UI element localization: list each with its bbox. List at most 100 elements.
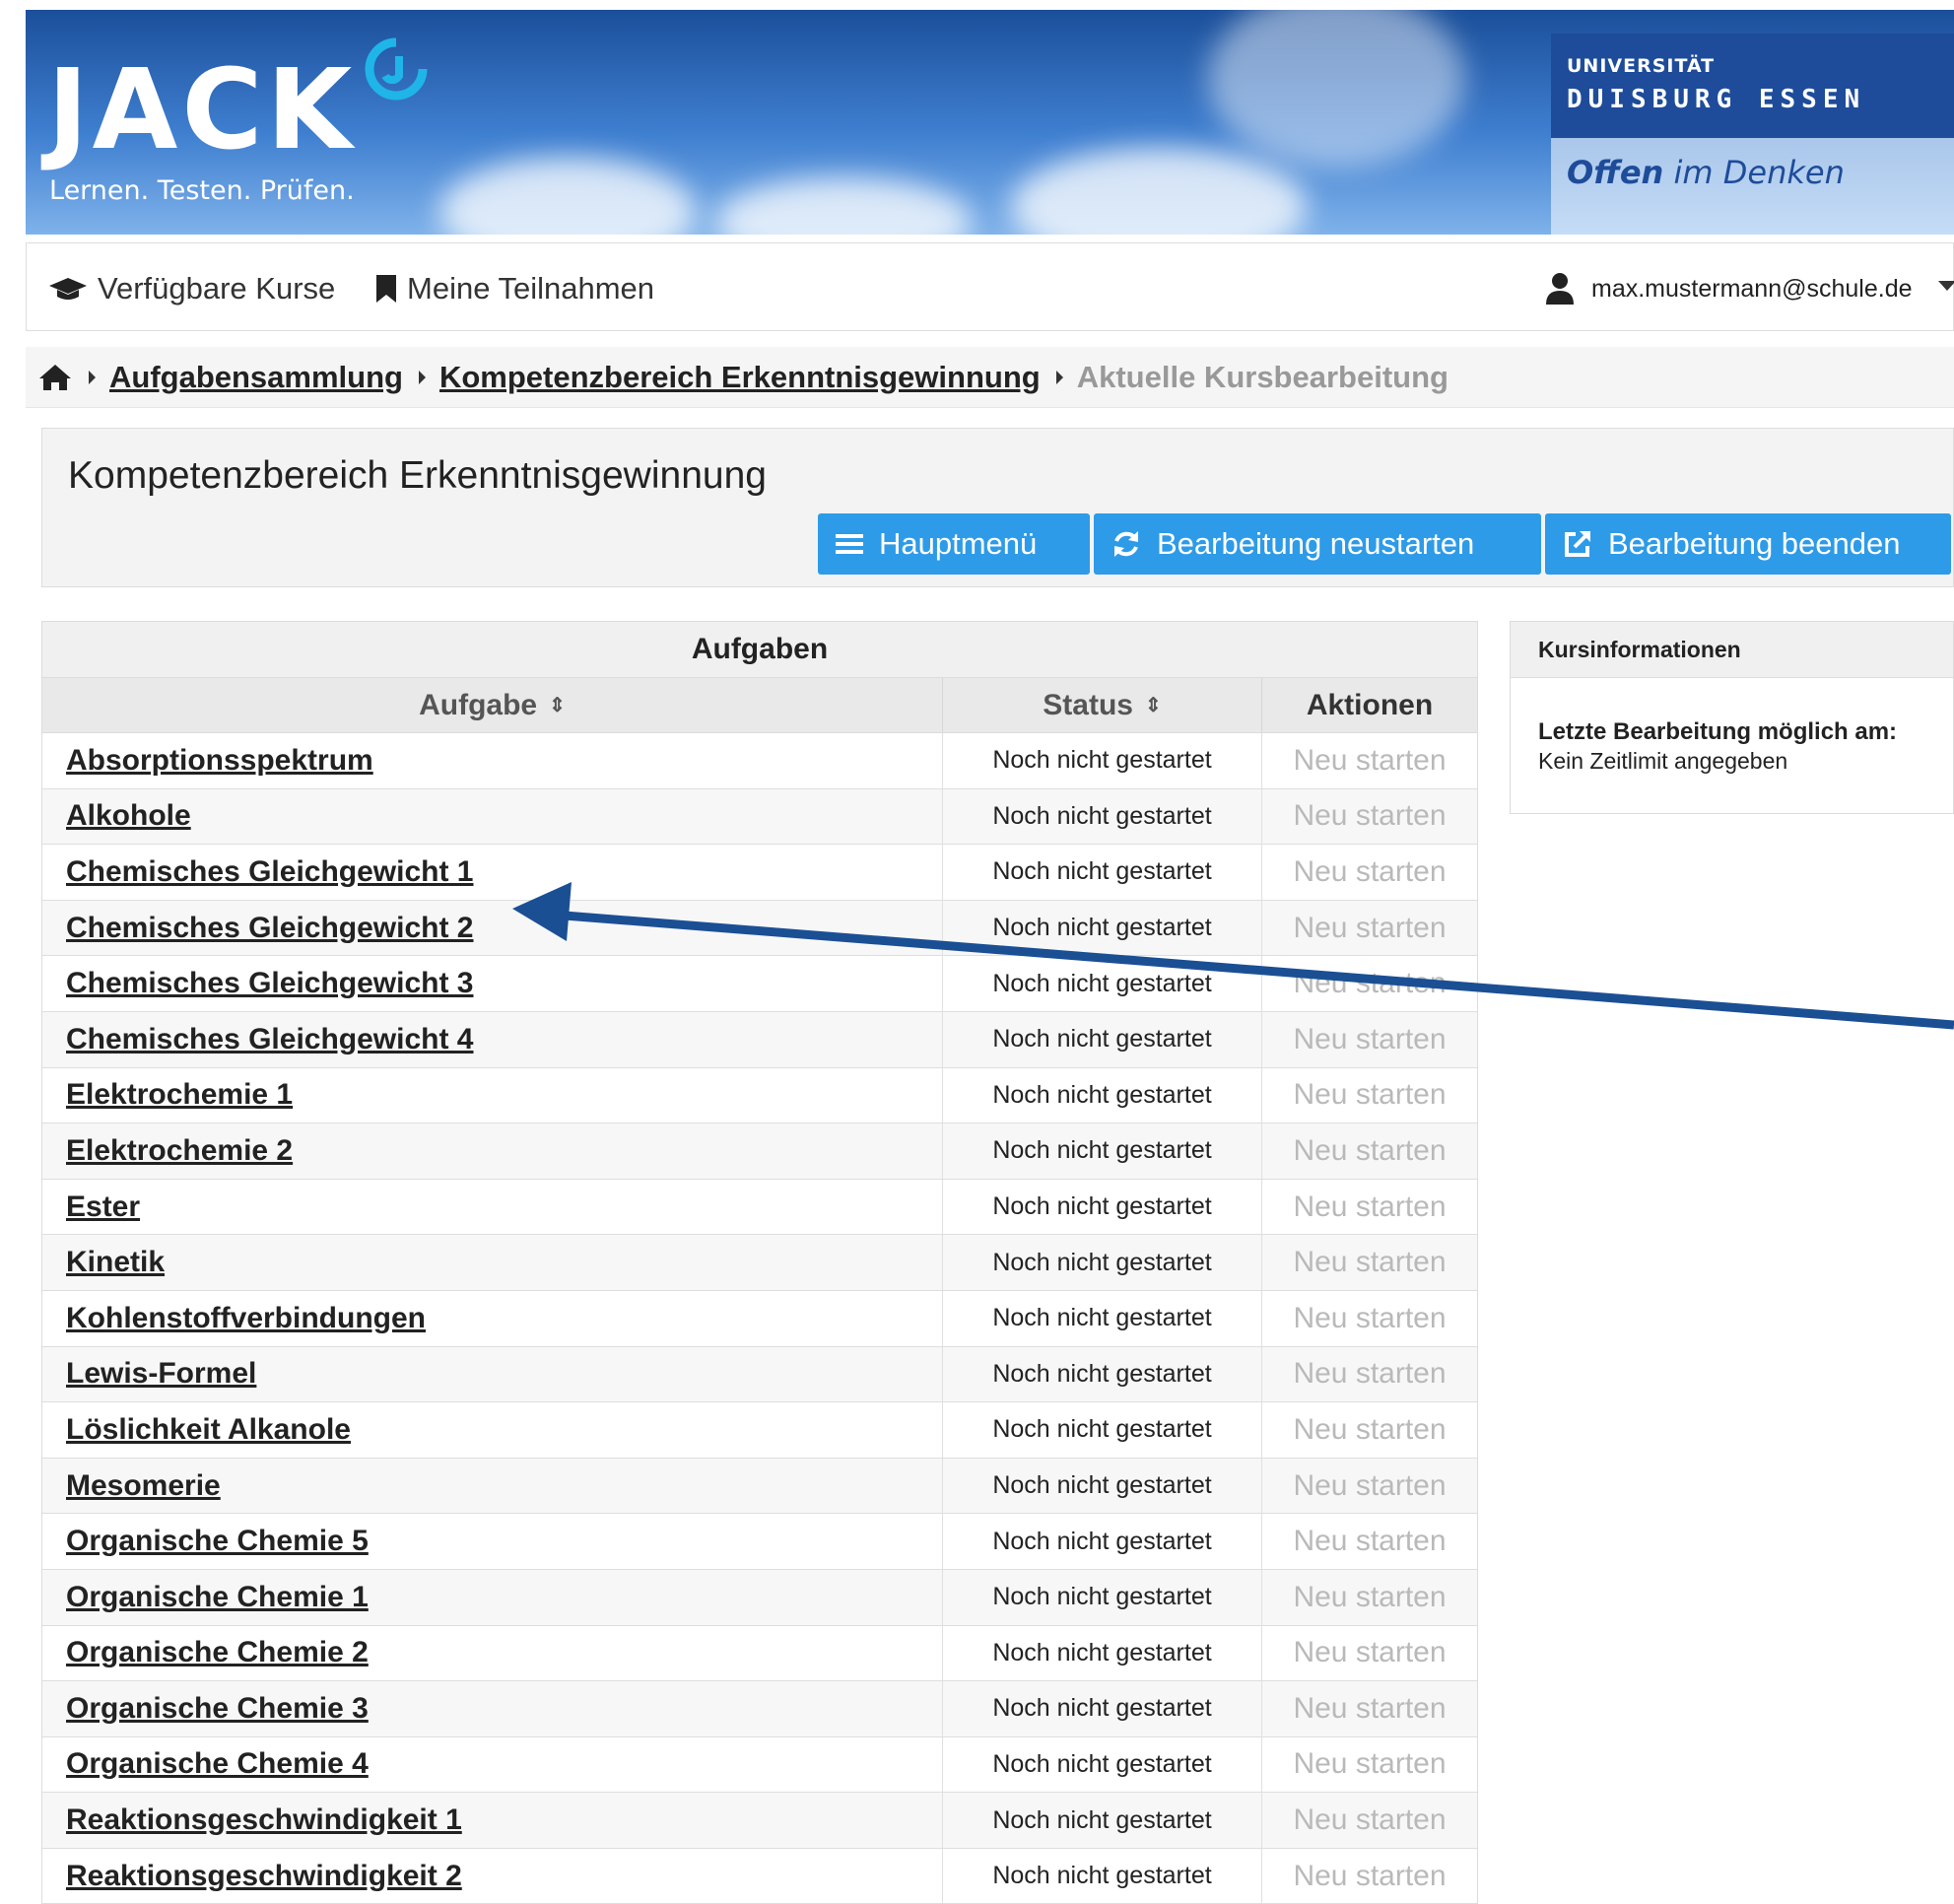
breadcrumb-item-competence-area[interactable]: Kompetenzbereich Erkenntnisgewinnung — [439, 360, 1041, 395]
restart-task-action[interactable]: Neu starten — [1293, 1525, 1446, 1558]
course-info-title: Kursinformationen — [1511, 622, 1953, 678]
status-cell: Noch nicht gestartet — [943, 956, 1262, 1011]
restart-task-action[interactable]: Neu starten — [1293, 799, 1446, 833]
restart-task-action[interactable]: Neu starten — [1293, 1078, 1446, 1112]
user-menu[interactable]: max.mustermann@schule.de — [1546, 273, 1913, 305]
restart-task-action[interactable]: Neu starten — [1293, 1413, 1446, 1447]
task-link[interactable]: Organische Chemie 4 — [66, 1747, 369, 1781]
task-link[interactable]: Absorptionsspektrum — [66, 744, 373, 778]
task-link[interactable]: Organische Chemie 5 — [66, 1525, 369, 1558]
task-link[interactable]: Organische Chemie 1 — [66, 1581, 369, 1614]
table-row: Chemisches Gleichgewicht 2 Noch nicht ges… — [41, 900, 1478, 957]
breadcrumb-item-task-collection[interactable]: Aufgabensammlung — [109, 360, 403, 395]
status-text: Noch nicht gestartet — [992, 1862, 1212, 1890]
user-email: max.mustermann@schule.de — [1591, 274, 1913, 303]
task-cell: Organische Chemie 1 — [42, 1569, 943, 1625]
task-link[interactable]: Löslichkeit Alkanole — [66, 1413, 351, 1447]
task-link[interactable]: Elektrochemie 2 — [66, 1134, 293, 1168]
task-link[interactable]: Chemisches Gleichgewicht 3 — [66, 967, 473, 1000]
table-row: Löslichkeit Alkanole Noch nicht gestartet… — [41, 1402, 1478, 1459]
chevron-down-icon[interactable] — [1938, 281, 1954, 291]
restart-task-action[interactable]: Neu starten — [1293, 1469, 1446, 1503]
restart-task-action[interactable]: Neu starten — [1293, 1692, 1446, 1726]
task-link[interactable]: Organische Chemie 3 — [66, 1692, 369, 1726]
course-info-panel: Kursinformationen Letzte Bearbeitung mög… — [1510, 621, 1954, 814]
jack-logo-icon — [365, 37, 428, 101]
task-cell: Reaktionsgeschwindigkeit 1 — [42, 1793, 943, 1848]
task-link[interactable]: Reaktionsgeschwindigkeit 1 — [66, 1803, 462, 1837]
table-row: Organische Chemie 2 Noch nicht gestartet N… — [41, 1625, 1478, 1682]
status-cell: Noch nicht gestartet — [943, 1569, 1262, 1625]
task-link[interactable]: Lewis-Formel — [66, 1357, 256, 1391]
breadcrumb: Aufgabensammlung Kompetenzbereich Erkenn… — [26, 347, 1954, 408]
task-link[interactable]: Kohlenstoffverbindungen — [66, 1302, 426, 1335]
task-link[interactable]: Mesomerie — [66, 1469, 221, 1503]
task-link[interactable]: Organische Chemie 2 — [66, 1636, 369, 1669]
nav-my-participations-label: Meine Teilnahmen — [407, 271, 655, 306]
table-row: Mesomerie Noch nicht gestartet Neu starten — [41, 1458, 1478, 1515]
task-cell: Kinetik — [42, 1235, 943, 1290]
restart-task-action[interactable]: Neu starten — [1293, 1190, 1446, 1224]
user-icon — [1546, 273, 1574, 305]
end-session-button[interactable]: Bearbeitung beenden — [1545, 513, 1951, 575]
restart-task-action[interactable]: Neu starten — [1293, 1581, 1446, 1614]
task-cell: Reaktionsgeschwindigkeit 2 — [42, 1848, 943, 1904]
restart-task-action[interactable]: Neu starten — [1293, 1246, 1446, 1279]
status-text: Noch nicht gestartet — [992, 857, 1212, 886]
task-link[interactable]: Chemisches Gleichgewicht 4 — [66, 1023, 473, 1056]
column-header-task[interactable]: Aufgabe ⇕ — [42, 678, 943, 732]
restart-task-action[interactable]: Neu starten — [1293, 855, 1446, 889]
task-link[interactable]: Elektrochemie 1 — [66, 1078, 293, 1112]
header-banner: JACK Lernen. Testen. Prüfen. UNIVERSITÄT… — [26, 10, 1954, 235]
university-label: UNIVERSITÄT — [1567, 55, 1716, 77]
restart-task-action[interactable]: Neu starten — [1293, 1860, 1446, 1893]
task-link[interactable]: Chemisches Gleichgewicht 2 — [66, 912, 473, 945]
nav-available-courses[interactable]: Verfügbare Kurse — [48, 271, 335, 306]
university-logo: UNIVERSITÄT DUISBURG ESSEN — [1551, 34, 1954, 138]
breadcrumb-separator — [418, 370, 426, 384]
table-row: Absorptionsspektrum Noch nicht gestartet N… — [41, 733, 1478, 789]
task-link[interactable]: Chemisches Gleichgewicht 1 — [66, 855, 473, 889]
university-slogan: Offen im Denken — [1567, 154, 1845, 191]
status-cell: Noch nicht gestartet — [943, 1736, 1262, 1793]
restart-task-action[interactable]: Neu starten — [1293, 1134, 1446, 1168]
restart-button[interactable]: Bearbeitung neustarten — [1094, 513, 1541, 575]
restart-task-action[interactable]: Neu starten — [1293, 744, 1446, 778]
restart-task-action[interactable]: Neu starten — [1293, 1803, 1446, 1837]
jack-logo-text: JACK — [47, 46, 357, 174]
nav-my-participations[interactable]: Meine Teilnahmen — [375, 271, 654, 306]
table-row: Chemisches Gleichgewicht 4 Noch nicht ges… — [41, 1011, 1478, 1068]
table-row: Elektrochemie 1 Noch nicht gestartet Neu s… — [41, 1067, 1478, 1124]
table-row: Kohlenstoffverbindungen Noch nicht gestar… — [41, 1290, 1478, 1347]
task-cell: Elektrochemie 2 — [42, 1123, 943, 1179]
main-menu-button[interactable]: Hauptmenü — [818, 513, 1090, 575]
table-row: Kinetik Noch nicht gestartet Neu starten — [41, 1235, 1478, 1291]
restart-task-action[interactable]: Neu starten — [1293, 912, 1446, 945]
task-link[interactable]: Kinetik — [66, 1246, 165, 1279]
status-cell: Noch nicht gestartet — [943, 1346, 1262, 1402]
restart-task-action[interactable]: Neu starten — [1293, 1302, 1446, 1335]
status-cell: Noch nicht gestartet — [943, 1235, 1262, 1290]
restart-task-action[interactable]: Neu starten — [1293, 1357, 1446, 1391]
restart-task-action[interactable]: Neu starten — [1293, 1636, 1446, 1669]
restart-task-action[interactable]: Neu starten — [1293, 967, 1446, 1000]
tasks-table: Aufgaben Aufgabe ⇕ Status ⇕ Aktionen Abs… — [41, 621, 1478, 1904]
task-cell: Lewis-Formel — [42, 1346, 943, 1402]
restart-label: Bearbeitung neustarten — [1157, 526, 1475, 561]
task-link[interactable]: Alkohole — [66, 799, 191, 833]
task-link[interactable]: Ester — [66, 1190, 140, 1224]
column-header-status[interactable]: Status ⇕ — [943, 678, 1262, 732]
status-cell: Noch nicht gestartet — [943, 1625, 1262, 1681]
home-icon[interactable] — [37, 363, 73, 392]
task-cell: Chemisches Gleichgewicht 4 — [42, 1011, 943, 1067]
restart-task-action[interactable]: Neu starten — [1293, 1747, 1446, 1781]
top-navbar: Verfügbare Kurse Meine Teilnahmen max.mu… — [26, 242, 1954, 331]
cloud-decoration — [439, 158, 696, 235]
bars-icon — [836, 534, 863, 554]
table-row: Ester Noch nicht gestartet Neu starten — [41, 1179, 1478, 1236]
status-text: Noch nicht gestartet — [992, 746, 1212, 775]
restart-task-action[interactable]: Neu starten — [1293, 1023, 1446, 1056]
task-link[interactable]: Reaktionsgeschwindigkeit 2 — [66, 1860, 462, 1893]
status-cell: Noch nicht gestartet — [943, 1290, 1262, 1346]
table-row: Organische Chemie 1 Noch nicht gestartet N… — [41, 1569, 1478, 1626]
